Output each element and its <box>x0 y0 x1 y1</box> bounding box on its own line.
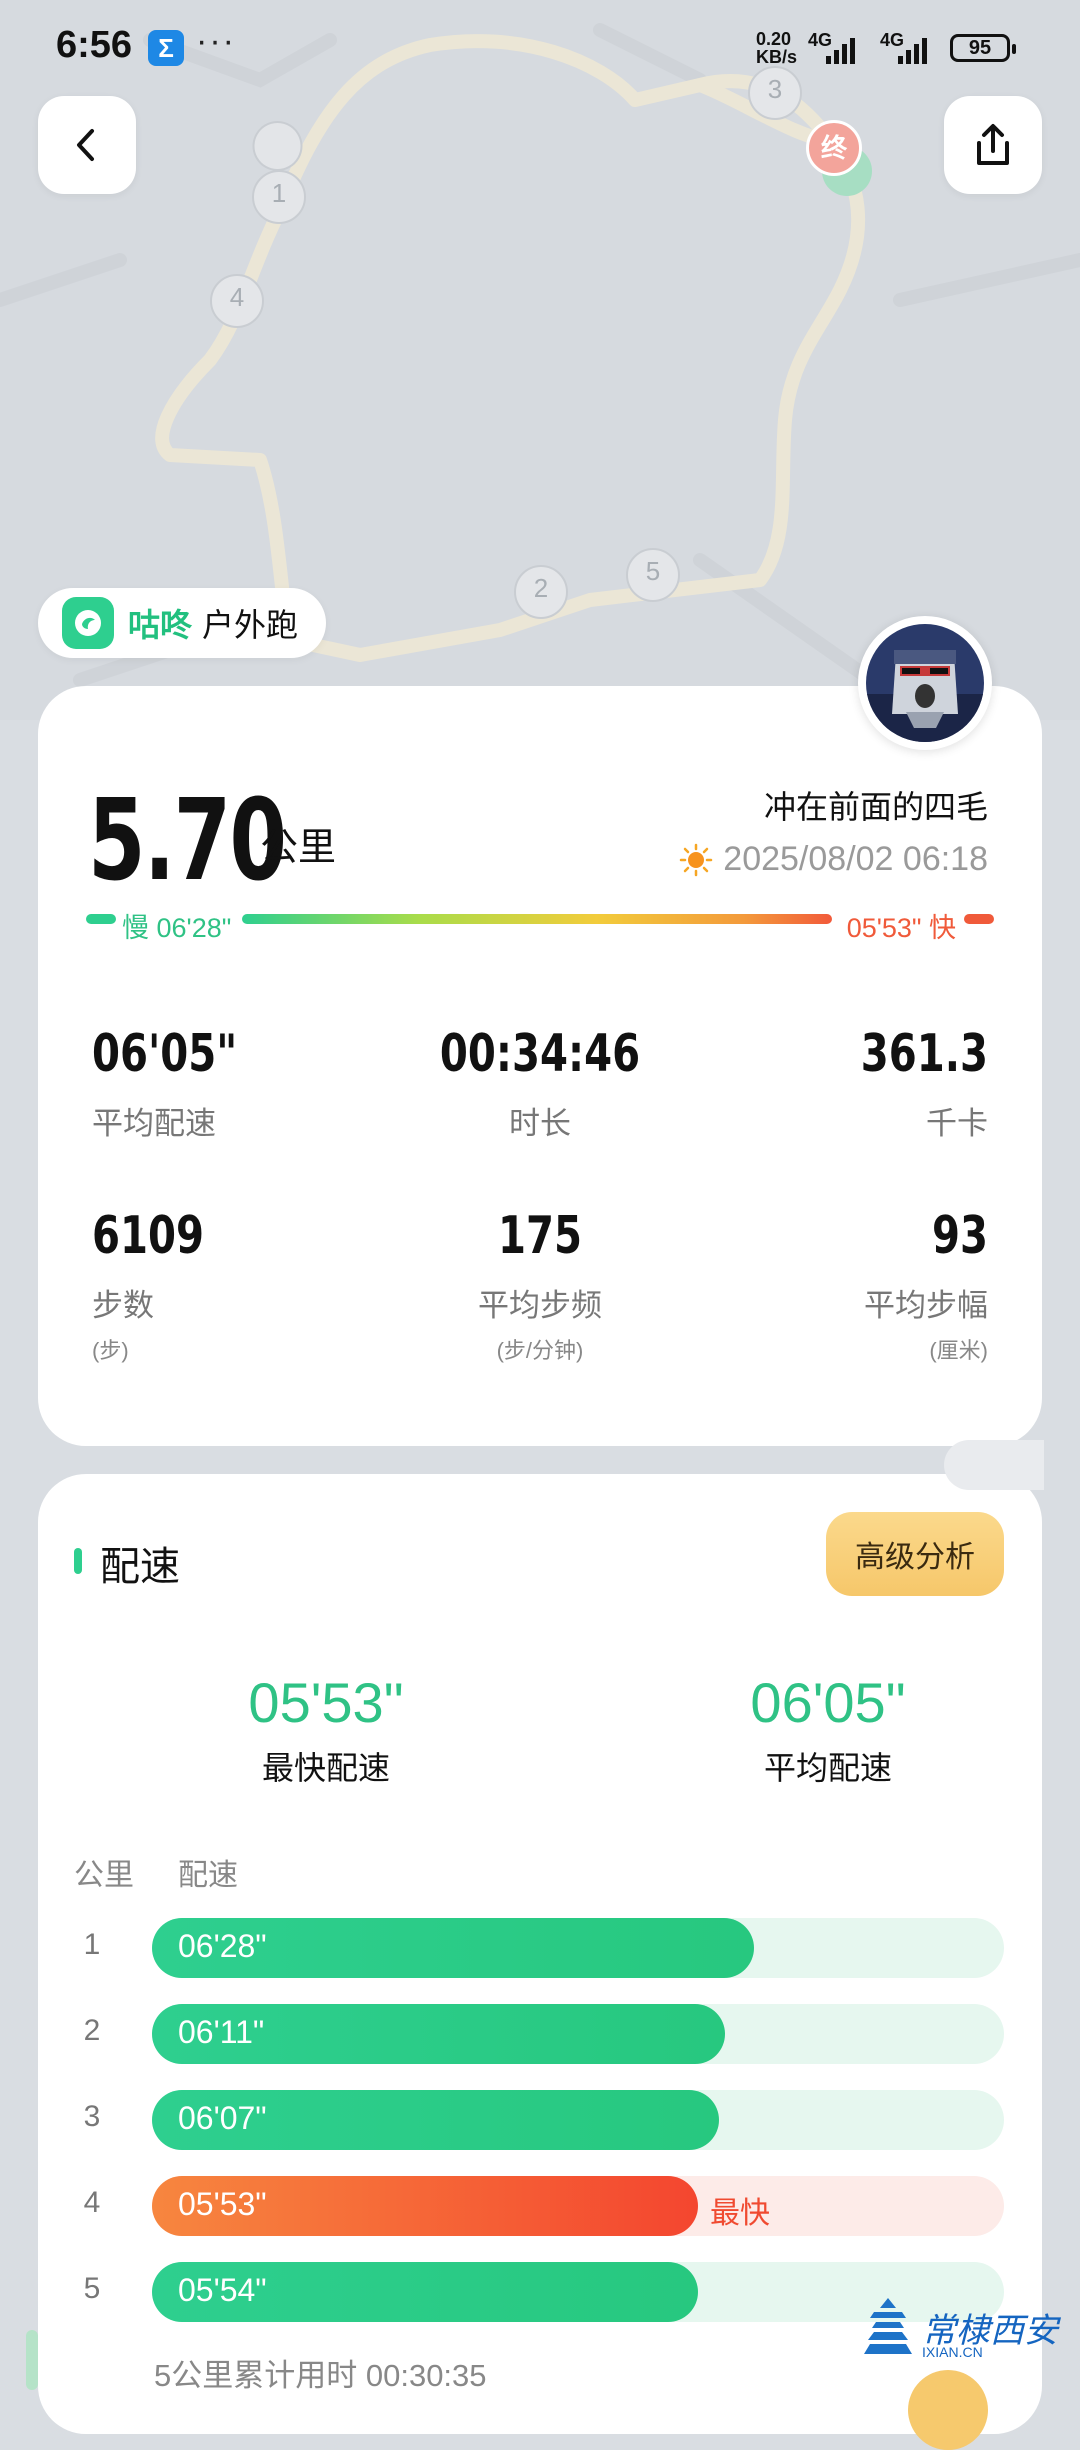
pagoda-icon <box>864 2298 912 2354</box>
status-time: 6:56 <box>56 24 133 66</box>
col-header-pace: 配速 <box>178 1859 238 1892</box>
stat-value: 361.3 <box>860 1024 988 1084</box>
brand-name: 咕咚 <box>128 607 193 643</box>
stat-label: 平均步幅 <box>864 1288 988 1323</box>
avatar-image <box>866 624 984 742</box>
left-edge-handle[interactable] <box>26 2330 38 2390</box>
slow-indicator <box>86 914 116 924</box>
split-pace: 06'11" <box>178 2014 265 2050</box>
stat-label: 千卡 <box>926 1106 988 1141</box>
back-button[interactable] <box>38 96 136 194</box>
split-bar: 06'28" <box>152 1918 754 1978</box>
pace-gradient <box>242 914 832 924</box>
net-speed-value: 0.20 <box>756 29 792 49</box>
fast-pace-label: 05'53" 快 <box>846 913 956 943</box>
pace-card: 配速 高级分析 05'53" 最快配速 06'05" 平均配速 公里 配速 1 0… <box>38 1474 1042 2434</box>
km-marker-5-label: 5 <box>645 556 661 586</box>
average-pace-label: 平均配速 <box>763 1750 892 1786</box>
split-track: 06'28" <box>152 1918 1004 1978</box>
summary-card: 5.70 公里 冲在前面的四毛 2025/08/02 06:18 慢 06'28… <box>38 686 1042 1446</box>
stat-unit: (厘米) <box>929 1338 988 1363</box>
split-row: 3 06'07" <box>38 2090 1042 2150</box>
signal-2-icon <box>898 34 927 64</box>
share-icon <box>977 124 1009 165</box>
end-pin: 终 <box>806 120 862 176</box>
split-km: 1 <box>83 1928 101 1961</box>
fast-indicator <box>964 914 994 924</box>
user-avatar[interactable] <box>858 616 992 750</box>
sun-icon <box>680 843 713 876</box>
stat-stride: 93 平均步幅 (厘米) <box>864 1206 988 1365</box>
stat-calories: 361.3 千卡 <box>840 1024 988 1143</box>
fastest-tag: 最快 <box>710 2197 770 2230</box>
fastest-pace-value: 05'53" <box>248 1671 404 1734</box>
split-bar: 06'11" <box>152 2004 725 2064</box>
split-bar: 05'54" <box>152 2262 698 2322</box>
user-name: 冲在前面的四毛 <box>763 789 988 825</box>
average-pace-value: 06'05" <box>750 1671 906 1734</box>
scroll-handle[interactable] <box>944 1440 1044 1490</box>
average-pace: 06'05" 平均配速 <box>658 1670 998 1789</box>
split-pace: 06'07" <box>178 2100 267 2136</box>
km-marker-2-label: 2 <box>533 573 549 603</box>
app-sigma-icon: Σ <box>148 30 184 66</box>
split-pace: 05'54" <box>178 2272 267 2308</box>
fastest-pace-label: 最快配速 <box>261 1750 390 1786</box>
stat-value: 175 <box>498 1206 582 1266</box>
date-row: 2025/08/02 06:18 <box>679 840 988 879</box>
split-track: 05'53" 最快 <box>152 2176 1004 2236</box>
more-notifications-icon: ··· <box>196 22 236 60</box>
pace-section-title: 配速 <box>100 1545 180 1589</box>
split-pace: 06'28" <box>178 1928 267 1964</box>
status-bar: 6:56 Σ ··· 0.20 KB/s 4G 4G 95 <box>0 0 1080 100</box>
split-km: 4 <box>83 2186 101 2219</box>
watermark-url: IXIAN.CN <box>922 2344 983 2360</box>
split-track: 06'07" <box>152 2090 1004 2150</box>
split-bar: 05'53" <box>152 2176 698 2236</box>
pace-range-bar: 慢 06'28" 05'53" 快 <box>86 906 994 943</box>
split-row: 2 06'11" <box>38 2004 1042 2064</box>
watermark-logo: 常棣西安 IXIAN.CN <box>862 2292 1062 2362</box>
splits-summary: 5公里累计用时 00:30:35 <box>154 2358 487 2393</box>
brand-tag: 咕咚 户外跑 <box>38 588 326 658</box>
codoon-logo-icon <box>62 597 114 649</box>
battery-icon: 95 <box>950 34 1016 62</box>
split-row: 4 05'53" 最快 <box>38 2176 1042 2236</box>
stat-value: 93 <box>932 1206 988 1266</box>
section-indicator <box>74 1548 82 1574</box>
distance-value: 5.70 <box>88 776 287 906</box>
split-row: 1 06'28" <box>38 1918 1042 1978</box>
split-km: 3 <box>83 2100 101 2133</box>
chevron-left-icon <box>77 129 94 161</box>
split-km: 5 <box>83 2272 101 2305</box>
km-marker-4-label: 4 <box>229 282 245 312</box>
signal-1-icon <box>826 34 855 64</box>
activity-type: 户外跑 <box>202 607 299 643</box>
slow-pace-label: 慢 06'28" <box>122 913 232 943</box>
split-pace: 05'53" <box>178 2186 267 2222</box>
activity-datetime: 2025/08/02 06:18 <box>723 840 988 878</box>
col-header-km: 公里 <box>74 1859 134 1892</box>
km-marker-1-label: 1 <box>271 178 287 208</box>
split-km: 2 <box>83 2014 101 2047</box>
distance-unit: 公里 <box>260 827 337 869</box>
net-speed: 0.20 KB/s <box>756 30 797 66</box>
split-bar: 06'07" <box>152 2090 719 2150</box>
advanced-analysis-button[interactable]: 高级分析 <box>826 1512 1004 1596</box>
fastest-pace: 05'53" 最快配速 <box>156 1670 496 1789</box>
floating-action-button[interactable] <box>908 2370 988 2450</box>
net-speed-unit: KB/s <box>756 47 798 67</box>
split-track: 06'11" <box>152 2004 1004 2064</box>
share-button[interactable] <box>944 96 1042 194</box>
